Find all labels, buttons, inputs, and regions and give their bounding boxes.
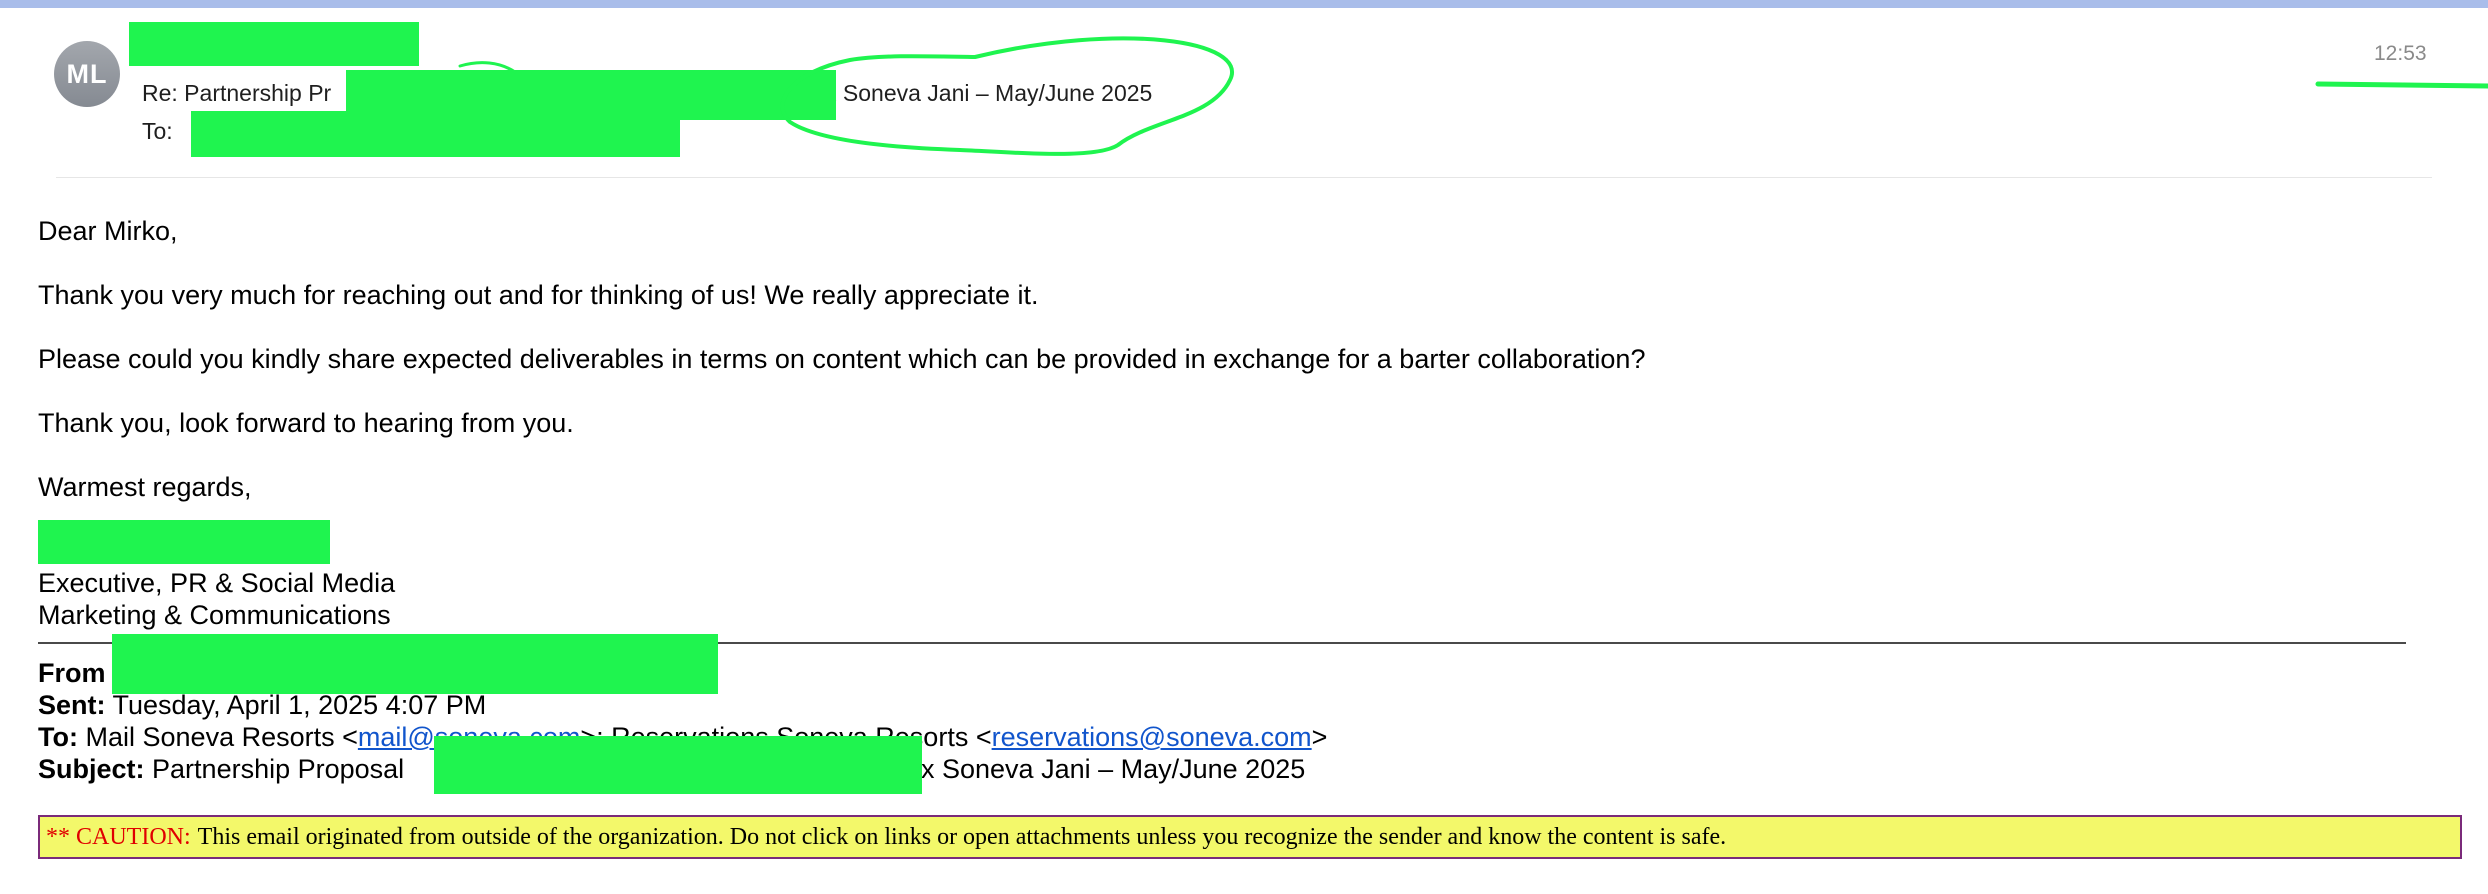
forward-subject-line: Subject: Partnership Proposal [38, 754, 404, 785]
forward-subject-label: Subject: [38, 754, 145, 784]
forward-sent-line: Sent: Tuesday, April 1, 2025 4:07 PM [38, 690, 486, 721]
redacted-forward-sender [112, 634, 718, 694]
caution-label: ** CAUTION: [46, 823, 191, 850]
signature-department: Marketing & Communications [38, 600, 391, 630]
forward-subject-prefix: Partnership Proposal [152, 754, 405, 784]
message-time: 12:53 [2374, 42, 2427, 65]
annotation-underline-mark [2315, 81, 2488, 89]
signature-title: Executive, PR & Social Media [38, 568, 396, 598]
caution-text: This email originated from outside of th… [197, 823, 1727, 850]
redacted-signature-name [38, 520, 330, 564]
avatar-initials: ML [66, 58, 108, 89]
body-paragraph-3: Thank you, look forward to hearing from … [38, 408, 574, 438]
forward-from-label: From [38, 658, 106, 688]
sender-avatar[interactable]: ML [54, 41, 120, 107]
body-paragraph-2: Please could you kindly share expected d… [38, 344, 1646, 374]
forward-to-end: > [1311, 722, 1328, 752]
subject-line-prefix: Re: Partnership Pr [142, 80, 332, 106]
window-top-stripe [0, 0, 2488, 8]
forward-to-label: To: [38, 722, 78, 752]
forward-to-name-1: Mail Soneva Resorts < [85, 722, 358, 752]
redacted-forward-subject [434, 736, 922, 794]
body-paragraph-1: Thank you very much for reaching out and… [38, 280, 1039, 310]
forward-sent-value: Tuesday, April 1, 2025 4:07 PM [112, 690, 487, 720]
greeting: Dear Mirko, [38, 216, 178, 246]
forward-from-line: From [38, 658, 106, 689]
to-label: To: [142, 118, 173, 144]
reservations-soneva-link[interactable]: reservations@soneva.com [992, 722, 1312, 752]
subject-line-suffix: x Soneva Jani – May/June 2025 [825, 80, 1153, 106]
closing: Warmest regards, [38, 472, 252, 502]
redacted-sender-name [129, 22, 419, 66]
forward-subject-suffix: x Soneva Jani – May/June 2025 [921, 754, 1306, 784]
header-divider [56, 177, 2432, 178]
caution-banner: ** CAUTION: This email originated from o… [38, 815, 2462, 859]
redacted-recipient [191, 111, 680, 157]
forward-sent-label: Sent: [38, 690, 106, 720]
